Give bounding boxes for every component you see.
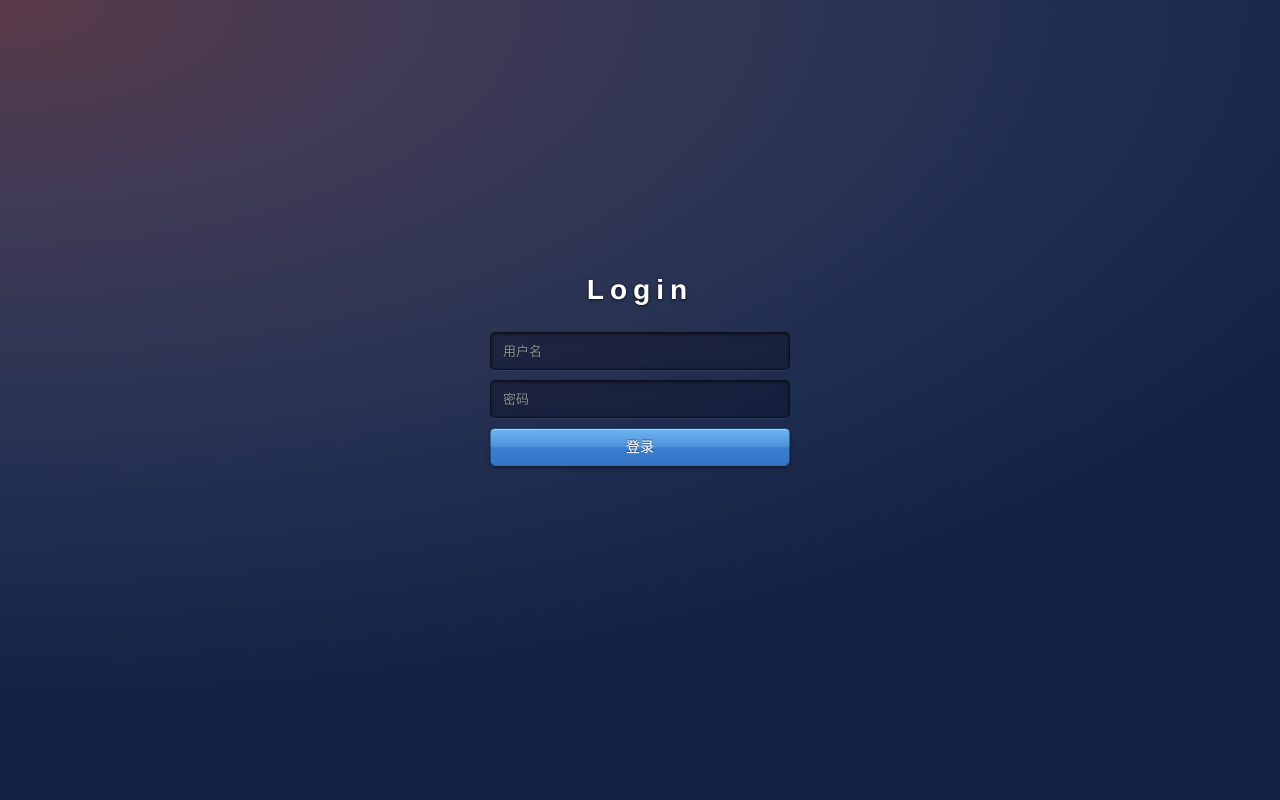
password-field[interactable] [490,380,790,418]
login-form: Login 登录 [490,274,790,466]
login-button[interactable]: 登录 [490,428,790,466]
login-title: Login [490,274,790,306]
username-field[interactable] [490,332,790,370]
